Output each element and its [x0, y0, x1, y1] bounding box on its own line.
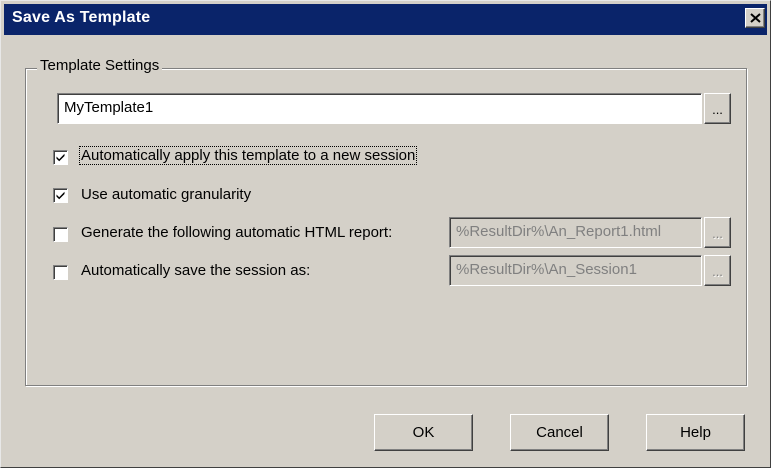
apply-template-label[interactable]: Automatically apply this template to a n…: [78, 146, 418, 165]
automatic-granularity-checkbox[interactable]: [53, 188, 68, 203]
checkmark-icon: [56, 153, 65, 162]
session-path-input[interactable]: %ResultDir%\An_Session1: [449, 255, 702, 286]
title-bar[interactable]: Save As Template: [4, 4, 767, 35]
template-name-input[interactable]: MyTemplate1: [57, 93, 702, 124]
help-button[interactable]: Help: [646, 414, 745, 451]
checkmark-icon: [56, 191, 65, 200]
html-report-checkbox[interactable]: [53, 227, 68, 242]
html-report-browse-button[interactable]: ...: [704, 217, 731, 248]
ok-button[interactable]: OK: [374, 414, 473, 451]
close-button[interactable]: [745, 8, 765, 28]
auto-save-session-checkbox[interactable]: [53, 265, 68, 280]
session-browse-button[interactable]: ...: [704, 255, 731, 286]
close-icon: [750, 13, 761, 23]
template-browse-button[interactable]: ...: [704, 93, 731, 124]
template-settings-label: Template Settings: [37, 57, 163, 74]
html-report-path-input[interactable]: %ResultDir%\An_Report1.html: [449, 217, 702, 248]
html-report-label[interactable]: Generate the following automatic HTML re…: [81, 224, 392, 241]
dialog-title: Save As Template: [12, 9, 151, 26]
apply-template-checkbox[interactable]: [53, 150, 68, 165]
save-as-template-dialog: Save As Template Template Settings MyTem…: [0, 0, 771, 468]
automatic-granularity-label[interactable]: Use automatic granularity: [81, 186, 251, 203]
cancel-button[interactable]: Cancel: [510, 414, 609, 451]
auto-save-session-label[interactable]: Automatically save the session as:: [81, 262, 310, 279]
